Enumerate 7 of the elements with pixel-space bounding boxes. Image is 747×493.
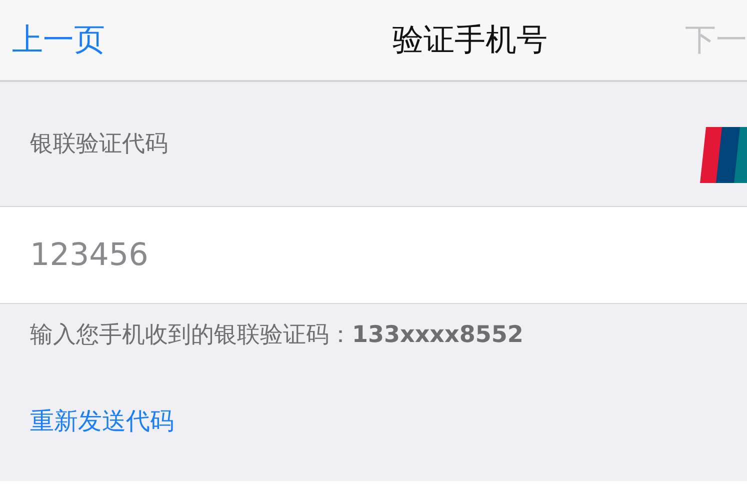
window-title: 验证手机号 bbox=[392, 20, 548, 60]
section-header: 银联验证代码 bbox=[30, 130, 168, 159]
back-button[interactable]: 上一页 bbox=[0, 16, 105, 64]
resend-link[interactable]: 重新发送代码 bbox=[30, 402, 174, 438]
code-field[interactable]: 123456 bbox=[0, 207, 747, 303]
hint-text: 输入您手机收到的银联验证码：133xxxx8552 bbox=[29, 321, 524, 350]
card-logo-icon bbox=[700, 127, 747, 183]
